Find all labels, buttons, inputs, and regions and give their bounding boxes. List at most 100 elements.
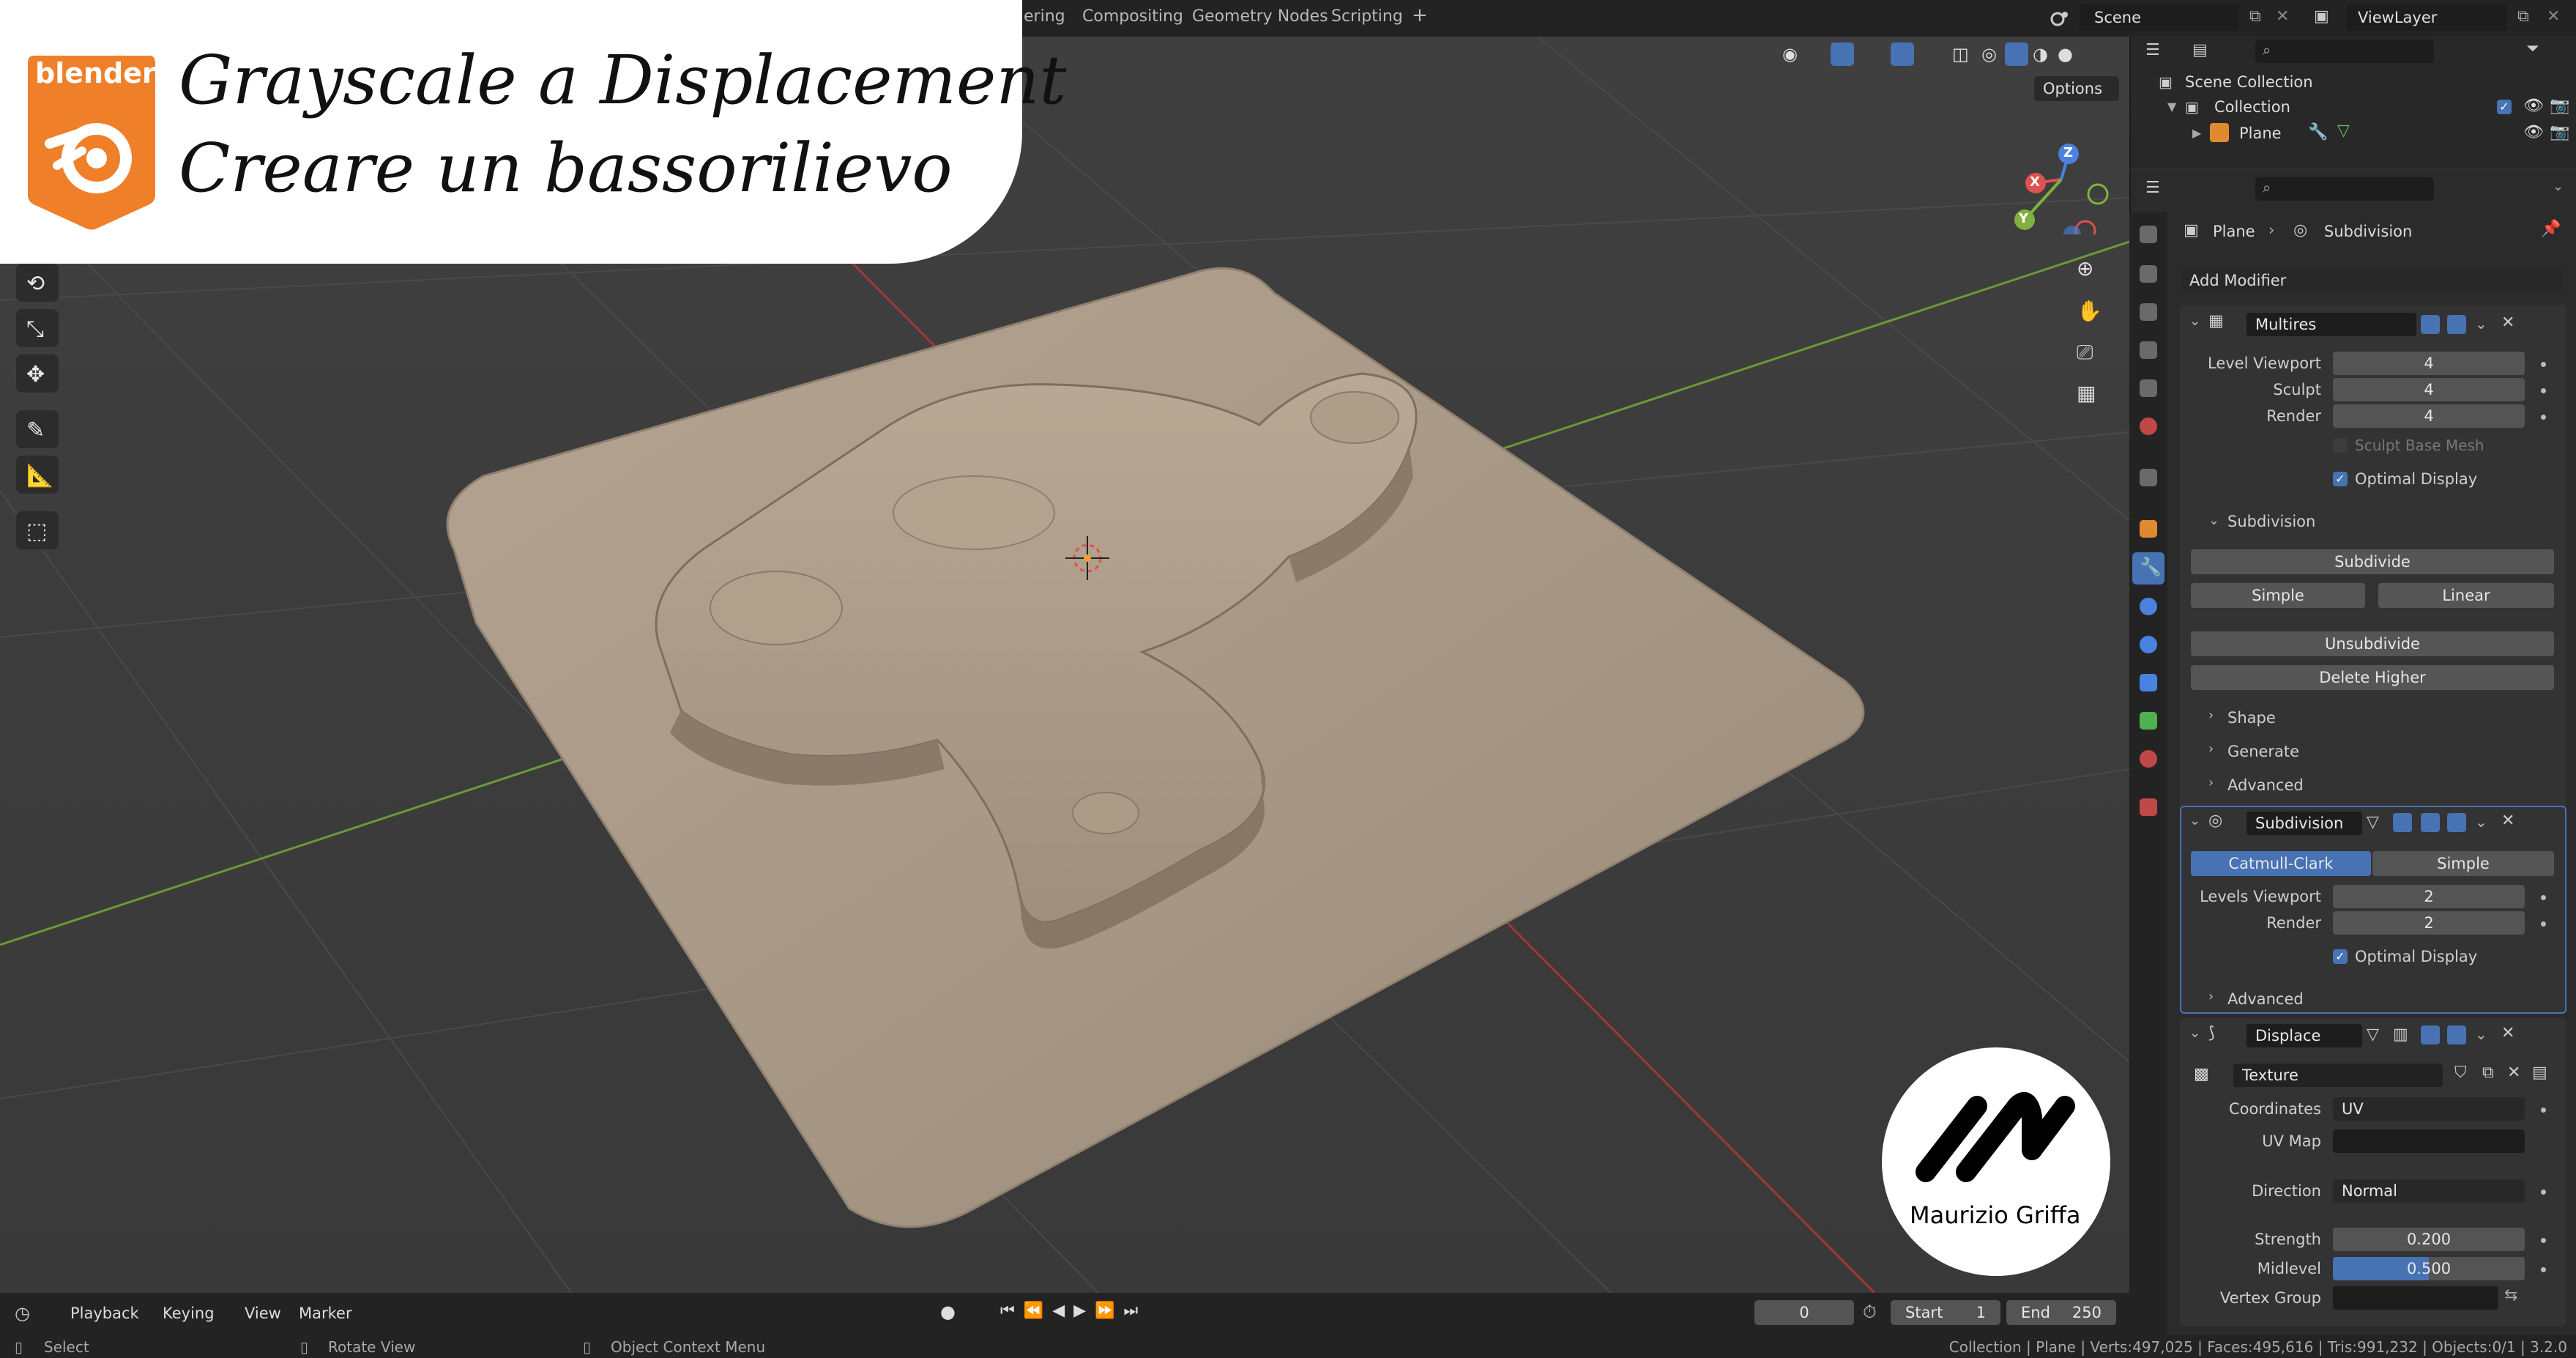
workspace-tab-compositing[interactable]: Compositing — [1082, 7, 1183, 26]
sculpt-base-mesh-checkbox[interactable] — [2333, 438, 2348, 453]
perspective-toggle-icon[interactable]: ▦ — [2077, 381, 2096, 405]
direction-keyframe-dot[interactable] — [2541, 1190, 2546, 1195]
multires-advanced-section-label[interactable]: Advanced — [2227, 776, 2304, 794]
mesh-data-icon[interactable]: ▽ — [2337, 122, 2350, 140]
subdivision-remove-icon[interactable]: ✕ — [2501, 812, 2514, 830]
zoom-icon[interactable]: ⊕ — [2077, 256, 2093, 281]
display-mode-icon[interactable]: ▤ — [2192, 41, 2208, 59]
output-tab-icon[interactable] — [2140, 303, 2157, 321]
outliner-collection[interactable]: Collection — [2214, 98, 2290, 116]
subdivision-render-icon[interactable] — [2447, 813, 2466, 832]
workspace-tab-geometry-nodes[interactable]: Geometry Nodes — [1192, 7, 1328, 26]
collection-tab-icon[interactable] — [2140, 469, 2157, 486]
catmull-clark-button[interactable]: Catmull-Clark — [2191, 851, 2371, 876]
modifier-wrench-icon[interactable]: 🔧 — [2308, 123, 2328, 141]
texture-checker-icon[interactable]: ▩ — [2194, 1065, 2209, 1083]
playback-menu[interactable]: Playback — [70, 1305, 139, 1322]
subdivision-dropdown-chevron-icon[interactable]: ⌄ — [2475, 813, 2487, 831]
navigation-gizmo[interactable]: X Z Y — [2006, 125, 2116, 243]
subdivide-button[interactable]: Subdivide — [2191, 549, 2554, 574]
multires-collapse-icon[interactable]: ⌄ — [2189, 313, 2200, 329]
modifier-tab-active[interactable]: 🔧 — [2132, 552, 2164, 585]
simple-subdivide-button[interactable]: Simple — [2191, 583, 2365, 608]
scale-tool-button[interactable]: ⤡ — [16, 309, 59, 347]
unlink-texture-icon[interactable]: ✕ — [2507, 1064, 2520, 1082]
new-scene-icon[interactable]: ⧉ — [2249, 7, 2261, 26]
multires-realtime-icon[interactable] — [2421, 315, 2440, 334]
multires-advanced-chevron-icon[interactable]: › — [2208, 775, 2214, 790]
physics-tab-icon[interactable] — [2140, 636, 2157, 653]
marker-menu[interactable]: Marker — [299, 1305, 352, 1322]
camera-view-icon[interactable]: ⎚ — [2077, 340, 2093, 365]
xray-icon[interactable]: ◫ — [1952, 44, 1969, 64]
subdivision-render-keyframe-dot[interactable] — [2541, 921, 2546, 927]
render-level-field[interactable]: 4 — [2333, 404, 2525, 428]
add-cube-tool-button[interactable]: ⬚ — [16, 511, 59, 549]
playback-controls[interactable]: ⏮⏪◀▶⏩⏭ — [1000, 1302, 1147, 1320]
multires-render-icon[interactable] — [2447, 315, 2466, 334]
strength-keyframe-dot[interactable] — [2541, 1238, 2546, 1243]
outliner-scene-collection[interactable]: Scene Collection — [2185, 73, 2313, 91]
uv-map-field[interactable] — [2333, 1129, 2525, 1153]
keying-menu[interactable]: Keying — [163, 1305, 215, 1322]
subdivision-advanced-section-label[interactable]: Advanced — [2227, 990, 2304, 1008]
displace-realtime-icon[interactable] — [2421, 1025, 2440, 1045]
pan-hand-icon[interactable]: ✋ — [2077, 299, 2102, 323]
plane-visibility-eye-icon[interactable]: 👁 — [2523, 123, 2544, 141]
subdivision-collapse-icon[interactable]: ⌄ — [2189, 813, 2200, 828]
fake-user-shield-icon[interactable]: ⛉ — [2454, 1064, 2467, 1082]
solid-shading-icon[interactable] — [2005, 42, 2028, 66]
displace-collapse-icon[interactable]: ⌄ — [2189, 1025, 2200, 1041]
subdivision-realtime-icon[interactable] — [2421, 813, 2440, 832]
linear-subdivide-button[interactable]: Linear — [2378, 583, 2554, 608]
current-frame-field[interactable]: 0 — [1754, 1300, 1854, 1325]
subdivision-optimal-display-checkbox[interactable]: ✓ — [2333, 949, 2348, 964]
plane-expand-icon[interactable]: ▶ — [2192, 126, 2201, 140]
tool-tab-icon[interactable] — [2140, 226, 2157, 243]
collection-render-camera-icon[interactable]: 📷 — [2550, 97, 2569, 115]
sculpt-keyframe-dot[interactable] — [2541, 388, 2546, 393]
subdivision-on-cage-icon[interactable]: ▽ — [2367, 813, 2379, 831]
texture-name-field[interactable]: Texture — [2233, 1064, 2443, 1087]
sculpt-field[interactable]: 4 — [2333, 378, 2525, 401]
outliner-plane[interactable]: Plane — [2239, 125, 2282, 142]
add-workspace-button[interactable]: + — [1412, 4, 1428, 26]
texture-properties-icon[interactable]: ▤ — [2532, 1064, 2547, 1082]
options-dropdown[interactable]: Options — [2034, 76, 2119, 101]
gizmo-toggle-icon[interactable] — [1831, 42, 1854, 66]
properties-options-chevron-icon[interactable]: ⌄ — [2553, 179, 2564, 194]
collection-visibility-eye-icon[interactable]: 👁 — [2523, 97, 2544, 115]
coordinates-keyframe-dot[interactable] — [2541, 1107, 2546, 1113]
world-tab-icon[interactable] — [2140, 418, 2157, 435]
wireframe-shading-icon[interactable]: ◎ — [1981, 44, 1997, 64]
properties-editor-type-icon[interactable]: ☰ — [2145, 179, 2160, 197]
invert-vertex-group-icon[interactable]: ⇆ — [2504, 1286, 2517, 1305]
subdivision-name-field[interactable]: Subdivision — [2246, 812, 2362, 835]
delete-scene-icon[interactable]: ✕ — [2276, 7, 2289, 26]
vertex-group-field[interactable] — [2333, 1286, 2498, 1310]
unsubdivide-button[interactable]: Unsubdivide — [2191, 631, 2554, 656]
plane-render-camera-icon[interactable]: 📷 — [2550, 123, 2569, 141]
start-frame-field[interactable]: Start 1 — [1891, 1300, 2000, 1325]
multires-optimal-display-checkbox[interactable]: ✓ — [2333, 472, 2348, 486]
subdivision-editmode-icon[interactable] — [2393, 813, 2412, 832]
render-level-keyframe-dot[interactable] — [2541, 415, 2546, 420]
displace-name-field[interactable]: Displace — [2246, 1024, 2362, 1047]
timeline-view-menu[interactable]: View — [245, 1305, 281, 1322]
generate-chevron-icon[interactable]: › — [2208, 741, 2214, 757]
auto-keying-record-icon[interactable]: ● — [940, 1302, 956, 1322]
new-view-layer-icon[interactable]: ⧉ — [2517, 7, 2529, 26]
delete-higher-button[interactable]: Delete Higher — [2191, 665, 2554, 690]
shape-chevron-icon[interactable]: › — [2208, 708, 2214, 723]
overlay-toggle-icon[interactable] — [1891, 42, 1914, 66]
displace-remove-icon[interactable]: ✕ — [2501, 1024, 2514, 1042]
texture-tab-icon[interactable] — [2140, 798, 2157, 816]
workspace-tab-rendering[interactable]: ering — [1024, 7, 1065, 26]
transform-tool-button[interactable]: ✥ — [16, 355, 59, 393]
shape-section-label[interactable]: Shape — [2227, 709, 2276, 727]
multires-dropdown-chevron-icon[interactable]: ⌄ — [2475, 315, 2487, 333]
view-layer-selector[interactable]: ViewLayer — [2346, 4, 2507, 31]
properties-search-input[interactable]: ⌕ — [2255, 177, 2434, 201]
subdivision-render-field[interactable]: 2 — [2333, 911, 2525, 935]
end-frame-field[interactable]: End 250 — [2006, 1300, 2116, 1325]
